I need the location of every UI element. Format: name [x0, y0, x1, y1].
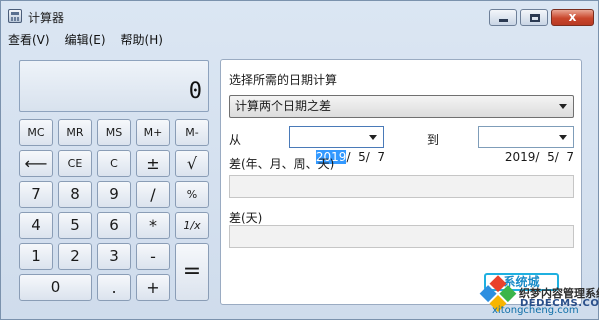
memory-store-button[interactable]: MS [97, 119, 131, 146]
memory-add-button[interactable]: M+ [136, 119, 170, 146]
to-date-picker[interactable]: 2019/ 5/ 7 [478, 126, 574, 164]
date-calc-mode-select[interactable]: 计算两个日期之差 [229, 95, 574, 118]
digit-7-button[interactable]: 7 [19, 181, 53, 208]
date-calculation-panel: 选择所需的日期计算 计算两个日期之差 从 2019/ 5/ 7 到 2019/ … [220, 59, 582, 305]
digit-5-button[interactable]: 5 [58, 212, 92, 239]
close-button[interactable]: x [551, 9, 594, 26]
subtract-button[interactable]: - [136, 243, 170, 270]
clear-button[interactable]: C [97, 150, 131, 177]
percent-button[interactable]: % [175, 181, 209, 208]
chevron-down-icon [559, 135, 567, 140]
divide-button[interactable]: / [136, 181, 170, 208]
to-date-value: 2019/ 5/ 7 [504, 150, 575, 164]
difference-days-output[interactable] [229, 225, 574, 248]
digit-1-button[interactable]: 1 [19, 243, 53, 270]
close-icon: x [568, 10, 577, 24]
digit-2-button[interactable]: 2 [58, 243, 92, 270]
digit-9-button[interactable]: 9 [97, 181, 131, 208]
watermark: 系统城 织梦内容管理系统 DEDECMS.COM xitongcheng.com [479, 271, 599, 319]
reciprocal-button[interactable]: 1/x [175, 212, 209, 239]
negate-button[interactable]: ± [136, 150, 170, 177]
memory-subtract-button[interactable]: M- [175, 119, 209, 146]
clear-entry-button[interactable]: CE [58, 150, 92, 177]
digit-4-button[interactable]: 4 [19, 212, 53, 239]
menu-help[interactable]: 帮助(H) [121, 31, 163, 49]
decimal-button[interactable]: . [97, 274, 131, 301]
difference-days-label: 差(天) [229, 211, 263, 225]
caption-buttons: x [489, 9, 594, 26]
digit-3-button[interactable]: 3 [97, 243, 131, 270]
calculator-window: 计算器 x 查看(V) 编辑(E) 帮助(H) 0 MC MR MS M+ M-… [0, 0, 599, 320]
minimize-button[interactable] [489, 9, 517, 26]
memory-clear-button[interactable]: MC [19, 119, 53, 146]
title-bar: 计算器 x [1, 1, 599, 31]
digit-0-button[interactable]: 0 [19, 274, 92, 301]
multiply-button[interactable]: * [136, 212, 170, 239]
backspace-button[interactable]: ⟵ [19, 150, 53, 177]
difference-label: 差(年、月、周、天) [229, 157, 335, 171]
date-calc-mode-value: 计算两个日期之差 [235, 99, 332, 113]
menu-bar: 查看(V) 编辑(E) 帮助(H) [1, 31, 599, 49]
date-calc-heading: 选择所需的日期计算 [229, 73, 338, 87]
watermark-site: xitongcheng.com [492, 305, 579, 316]
add-button[interactable]: + [136, 274, 170, 301]
maximize-icon [530, 14, 540, 22]
memory-recall-button[interactable]: MR [58, 119, 92, 146]
menu-edit[interactable]: 编辑(E) [65, 31, 106, 49]
square-root-button[interactable]: √ [175, 150, 209, 177]
difference-ymwd-output[interactable] [229, 175, 574, 198]
digit-6-button[interactable]: 6 [97, 212, 131, 239]
calculator-keypad-panel: 0 MC MR MS M+ M- ⟵ CE C ± √ 7 8 9 / % 4 … [10, 57, 213, 305]
digit-8-button[interactable]: 8 [58, 181, 92, 208]
calculator-app-icon [8, 9, 22, 23]
chevron-down-icon [369, 135, 377, 140]
from-date-picker[interactable]: 2019/ 5/ 7 [289, 126, 385, 164]
result-display: 0 [19, 60, 209, 112]
to-label: 到 [427, 133, 440, 147]
menu-view[interactable]: 查看(V) [8, 31, 50, 49]
maximize-button[interactable] [520, 9, 548, 26]
minimize-icon [499, 19, 508, 22]
from-date-month-day: / 5/ 7 [346, 150, 386, 164]
from-label: 从 [229, 133, 242, 147]
window-title: 计算器 [28, 11, 65, 25]
display-value: 0 [188, 79, 202, 104]
chevron-down-icon [559, 104, 567, 109]
equals-button[interactable]: = [175, 243, 209, 301]
